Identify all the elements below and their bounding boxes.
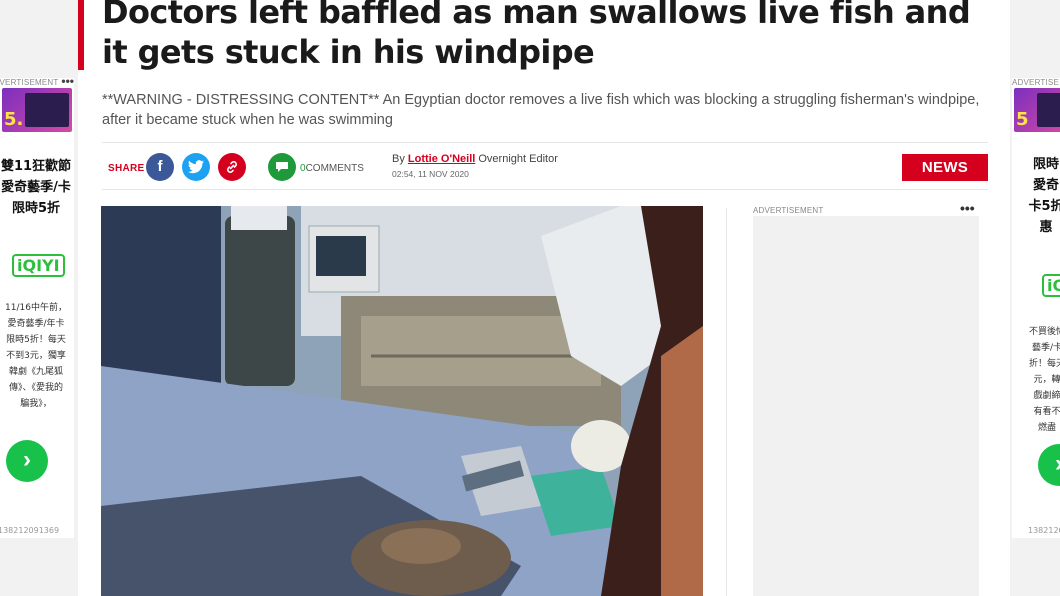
ad-headline[interactable]: 雙11狂歡節 愛奇藝季/卡 限時5折 bbox=[0, 156, 74, 219]
ad-go-arrow-icon[interactable]: › bbox=[6, 440, 48, 482]
section-badge[interactable]: NEWS bbox=[902, 154, 988, 181]
byline: By Lottie O'Neill Overnight Editor bbox=[392, 153, 558, 165]
byline-prefix: By bbox=[392, 153, 405, 165]
left-side-ad[interactable]: ADVERTISEMENT ••• 5. 雙11狂歡節 愛奇藝季/卡 限時5折 … bbox=[0, 78, 74, 538]
iqiyi-logo-icon: iQIY bbox=[1042, 274, 1060, 297]
ad-banner-image[interactable]: 5 bbox=[1014, 88, 1060, 132]
author-role: Overnight Editor bbox=[478, 153, 558, 165]
sidebar-ad-options-icon[interactable]: ••• bbox=[960, 200, 975, 216]
ad-body-text: 不買後悔 藝季/卡 折！每天 元，轉 戲劇締 有看不 燃盡 bbox=[1028, 327, 1060, 433]
publish-timestamp: 02:54, 11 NOV 2020 bbox=[392, 169, 469, 179]
ad-headline[interactable]: 限時 愛奇 卡5折 惠 bbox=[1020, 154, 1060, 238]
column-divider bbox=[726, 208, 727, 596]
ad-id: 1382120 bbox=[1028, 526, 1060, 535]
twitter-share-icon[interactable] bbox=[182, 153, 210, 181]
ad-banner-number: 5. bbox=[4, 109, 24, 130]
share-label: SHARE bbox=[108, 163, 145, 174]
ad-banner-image[interactable]: 5. bbox=[2, 88, 72, 132]
article-meta-row: SHARE f 0COMMENTS By Lottie O'Neill Over… bbox=[102, 142, 988, 190]
title-accent-bar bbox=[78, 0, 84, 70]
ad-banner-number: 5 bbox=[1016, 109, 1029, 130]
article-photo[interactable] bbox=[101, 206, 703, 596]
comments-link[interactable]: 0COMMENTS bbox=[300, 163, 364, 174]
article-title: Doctors left baffled as man swallows liv… bbox=[102, 0, 971, 71]
ad-banner-people bbox=[1037, 93, 1060, 127]
ad-id: 138212091369 bbox=[0, 526, 60, 535]
comments-icon[interactable] bbox=[268, 153, 296, 181]
article-standfirst: **WARNING - DISTRESSING CONTENT** An Egy… bbox=[102, 92, 980, 128]
facebook-share-icon[interactable]: f bbox=[146, 153, 174, 181]
ad-banner-people bbox=[25, 93, 69, 127]
sidebar-ad-label: ADVERTISEMENT bbox=[753, 206, 824, 215]
iqiyi-logo-icon: iQIYI bbox=[12, 254, 65, 277]
ad-options-icon[interactable]: ••• bbox=[61, 78, 74, 88]
page: ADVERTISEMENT ••• 5. 雙11狂歡節 愛奇藝季/卡 限時5折 … bbox=[0, 0, 1060, 596]
copy-link-icon[interactable] bbox=[218, 153, 246, 181]
ad-label: ADVERTISEMENT bbox=[0, 78, 59, 87]
ad-body-text: 11/16中午前， 愛奇藝季/年卡 限時5折！每天 不到3元，獨享 韓劇《九尾狐… bbox=[5, 303, 67, 409]
ad-label: ADVERTISE bbox=[1012, 78, 1059, 87]
ad-go-arrow-icon[interactable]: › bbox=[1038, 444, 1060, 486]
author-link[interactable]: Lottie O'Neill bbox=[408, 153, 475, 165]
right-side-ad[interactable]: ADVERTISE 5 限時 愛奇 卡5折 惠 iQIY 不買後悔 藝季/卡 折… bbox=[1012, 78, 1060, 538]
sidebar-ad-slot[interactable] bbox=[753, 216, 979, 596]
article-column: Doctors left baffled as man swallows liv… bbox=[78, 0, 1010, 596]
comments-label: COMMENTS bbox=[305, 163, 364, 174]
